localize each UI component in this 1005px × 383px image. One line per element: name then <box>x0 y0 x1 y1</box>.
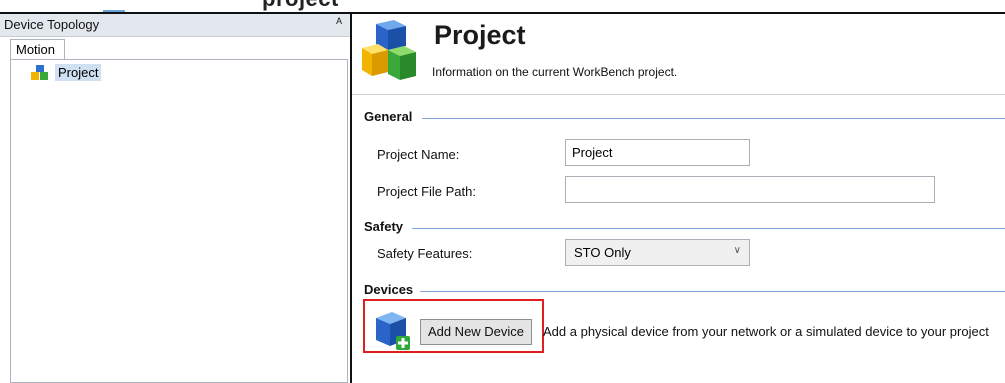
section-devices-divider <box>420 291 1005 292</box>
add-new-device-button[interactable]: Add New Device <box>420 319 532 345</box>
topology-tree: Project <box>10 59 348 383</box>
pin-icon[interactable]: ᴬ <box>336 15 342 30</box>
project-cubes-icon <box>362 20 416 80</box>
section-devices-title: Devices <box>364 282 414 297</box>
safety-features-value: STO Only <box>574 245 631 260</box>
add-device-icon <box>376 312 410 350</box>
safety-features-dropdown[interactable]: STO Only ∨ <box>565 239 750 266</box>
cut-off-heading: project <box>262 0 339 12</box>
section-safety-title: Safety <box>364 219 404 234</box>
project-cube-icon <box>31 65 48 80</box>
section-general-title: General <box>364 109 413 124</box>
project-file-path-label: Project File Path: <box>377 184 476 199</box>
top-strip: project <box>0 0 1005 12</box>
tree-item-label: Project <box>55 64 102 81</box>
chevron-down-icon: ∨ <box>733 245 741 256</box>
add-device-description: Add a physical device from your network … <box>543 324 989 339</box>
tab-motion-label: Motion <box>16 42 56 57</box>
project-file-path-field[interactable] <box>565 176 935 203</box>
section-safety-divider <box>412 228 1005 229</box>
section-general-divider <box>422 118 1005 119</box>
page-subtitle: Information on the current WorkBench pro… <box>432 65 678 79</box>
device-topology-title: Device Topology <box>4 17 100 32</box>
device-topology-panel: Device Topology ᴬ Motion Project <box>0 14 352 383</box>
page-title: Project <box>434 20 526 50</box>
project-name-field[interactable]: Project <box>565 139 750 166</box>
project-name-label: Project Name: <box>377 147 460 162</box>
safety-features-label: Safety Features: <box>377 246 473 261</box>
device-topology-header: Device Topology ᴬ <box>0 14 350 37</box>
tab-motion[interactable]: Motion <box>10 39 65 60</box>
project-header: Project Information on the current WorkB… <box>352 14 1005 95</box>
